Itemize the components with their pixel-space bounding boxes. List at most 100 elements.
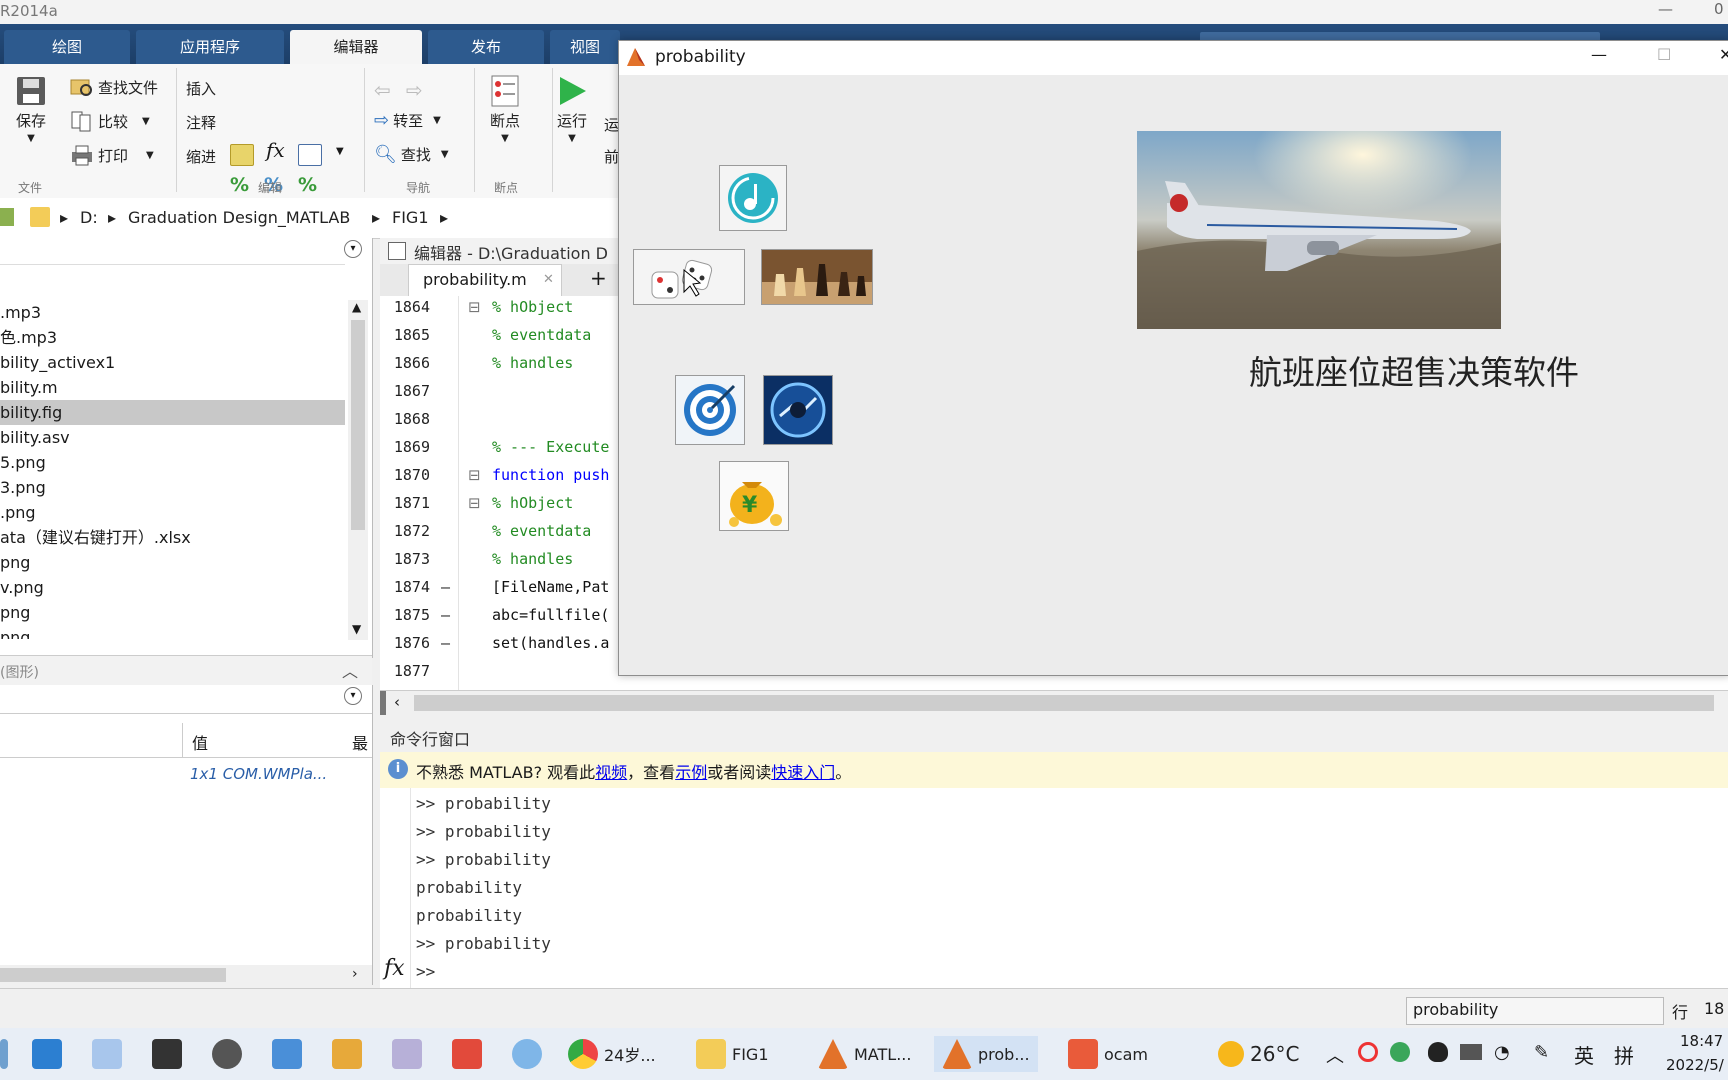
back-arrow-icon[interactable]: ⇦ bbox=[374, 78, 391, 102]
revenue-button[interactable]: ¥ bbox=[719, 461, 789, 531]
taskbar-matlab[interactable]: MATL... bbox=[818, 1036, 911, 1072]
browse-folder-icon[interactable] bbox=[0, 208, 14, 226]
run-advance-button[interactable]: 运 bbox=[604, 114, 619, 135]
tab-publish[interactable]: 发布 bbox=[428, 30, 544, 64]
battery-icon[interactable] bbox=[1460, 1044, 1482, 1060]
panel-menu-icon[interactable]: ▾ bbox=[344, 687, 362, 705]
taskbar-item[interactable] bbox=[0, 1036, 8, 1072]
workspace-hscrollbar[interactable]: › bbox=[0, 965, 372, 985]
list-item-selected[interactable]: bility.fig bbox=[0, 400, 345, 425]
variable-value[interactable]: 1x1 COM.WMPla... bbox=[190, 765, 327, 783]
game-theory-button[interactable] bbox=[761, 249, 873, 305]
taskbar-item[interactable] bbox=[332, 1036, 362, 1072]
taskbar-ocam[interactable]: ocam bbox=[1068, 1036, 1148, 1072]
command-prompt[interactable]: >> bbox=[416, 962, 435, 981]
taskbar-item[interactable] bbox=[392, 1036, 422, 1072]
details-panel-header[interactable]: (图形) ︿ bbox=[0, 655, 372, 686]
minimize-icon[interactable]: — bbox=[1658, 0, 1673, 18]
panel-menu-icon[interactable]: ▾ bbox=[344, 240, 362, 258]
percent-comment-icon[interactable]: % bbox=[230, 174, 249, 196]
code-line[interactable]: % eventdata bbox=[492, 522, 591, 540]
list-item[interactable]: 5.png bbox=[0, 450, 345, 475]
taskbar-item[interactable] bbox=[212, 1036, 242, 1072]
list-item[interactable]: png bbox=[0, 625, 345, 639]
insert-button[interactable]: 插入 bbox=[186, 78, 216, 99]
taskbar-item[interactable] bbox=[512, 1036, 542, 1072]
language-indicator[interactable]: 英 bbox=[1574, 1040, 1594, 1069]
dice-probability-button[interactable] bbox=[633, 249, 745, 305]
breadcrumb-arrow-icon[interactable]: ▸ bbox=[372, 208, 380, 227]
taskbar-item[interactable] bbox=[92, 1036, 122, 1072]
executable-marker[interactable]: – bbox=[436, 578, 450, 596]
clock-time[interactable]: 18:47 bbox=[1680, 1032, 1723, 1050]
find-button[interactable]: 🔍︎ 查找 ▼ bbox=[374, 144, 449, 165]
code-line[interactable]: % hObject bbox=[492, 494, 573, 512]
code-line[interactable]: [FileName,Pat bbox=[492, 578, 609, 596]
list-item[interactable]: bility.m bbox=[0, 375, 345, 400]
scroll-left-icon[interactable]: ‹ bbox=[394, 693, 400, 711]
breakpoints-button[interactable]: 断点 ▼ bbox=[488, 74, 522, 144]
indent-button[interactable]: 缩进 bbox=[186, 146, 216, 167]
scroll-right-icon[interactable]: › bbox=[352, 966, 358, 982]
list-item[interactable]: 3.png bbox=[0, 475, 345, 500]
list-item[interactable]: ata（建议右键打开）.xlsx bbox=[0, 525, 345, 550]
taskbar-folder[interactable]: FIG1 bbox=[696, 1036, 769, 1072]
maximize-icon[interactable]: ☐ bbox=[1657, 45, 1671, 64]
forward-arrow-icon[interactable]: ⇨ bbox=[406, 78, 423, 102]
run-button[interactable]: 运行 ▼ bbox=[556, 74, 588, 144]
list-item[interactable]: .png bbox=[0, 500, 345, 525]
getting-started-link[interactable]: 快速入门 bbox=[771, 763, 835, 782]
editor-hscrollbar[interactable]: ‹ bbox=[380, 690, 1728, 715]
ime-indicator[interactable]: 拼 bbox=[1614, 1040, 1634, 1069]
wrap-comment-icon[interactable]: % bbox=[298, 174, 317, 196]
fx-icon[interactable]: fx bbox=[384, 956, 405, 981]
taskbar-item[interactable] bbox=[152, 1036, 182, 1072]
breadcrumb-drive[interactable]: D: bbox=[80, 208, 98, 227]
compare-button[interactable]: 比较 ▼ bbox=[70, 110, 150, 132]
breadcrumb-arrow-icon[interactable]: ▸ bbox=[108, 208, 116, 227]
weather-widget[interactable]: 26°C bbox=[1218, 1036, 1299, 1072]
save-button[interactable]: 保存 ▼ bbox=[14, 74, 48, 144]
chevron-down-icon[interactable]: ▼ bbox=[336, 146, 344, 157]
breadcrumb-subfolder[interactable]: FIG1 bbox=[392, 208, 429, 227]
close-icon[interactable]: ✕ bbox=[1719, 45, 1728, 64]
scrollbar-thumb[interactable] bbox=[351, 320, 365, 530]
code-line[interactable]: % handles bbox=[492, 354, 573, 372]
wifi-icon[interactable]: ◔ bbox=[1494, 1042, 1510, 1063]
wechat-icon[interactable] bbox=[1390, 1042, 1410, 1062]
list-item[interactable]: 色.mp3 bbox=[0, 325, 345, 350]
tab-view[interactable]: 视图 bbox=[550, 30, 620, 64]
tab-apps[interactable]: 应用程序 bbox=[136, 30, 284, 64]
fold-icon[interactable]: ⊟ bbox=[468, 494, 481, 512]
list-item[interactable]: v.png bbox=[0, 575, 345, 600]
chevron-up-icon[interactable]: ︿ bbox=[1326, 1042, 1344, 1068]
code-line[interactable]: % handles bbox=[492, 550, 573, 568]
target-button[interactable] bbox=[675, 375, 745, 445]
breadcrumb-arrow-icon[interactable]: ▸ bbox=[60, 208, 68, 227]
taskbar-item[interactable] bbox=[272, 1036, 302, 1072]
scrollbar-thumb[interactable] bbox=[0, 968, 226, 982]
code-line[interactable]: % hObject bbox=[492, 298, 573, 316]
code-line[interactable]: function push bbox=[492, 466, 609, 484]
goto-button[interactable]: ⇨ 转至 ▼ bbox=[374, 110, 441, 131]
code-line[interactable]: set(handles.a bbox=[492, 634, 609, 652]
executable-marker[interactable]: – bbox=[436, 634, 450, 652]
clock-date[interactable]: 2022/5/ bbox=[1666, 1056, 1724, 1074]
fold-icon[interactable]: ⊟ bbox=[468, 298, 481, 316]
taskbar-item[interactable] bbox=[452, 1036, 482, 1072]
qq-icon[interactable] bbox=[1428, 1042, 1448, 1062]
music-button[interactable] bbox=[719, 165, 787, 231]
find-files-button[interactable]: 查找文件 bbox=[70, 76, 158, 98]
breadcrumb-folder[interactable]: Graduation Design_MATLAB bbox=[128, 208, 350, 227]
list-item[interactable]: bility.asv bbox=[0, 425, 345, 450]
chevron-up-icon[interactable]: ︿ bbox=[342, 658, 358, 682]
taskbar-chrome[interactable]: 24岁... bbox=[568, 1036, 656, 1072]
tab-plots[interactable]: 绘图 bbox=[4, 30, 130, 64]
tab-probability-m[interactable]: probability.m ✕ bbox=[408, 264, 562, 297]
column-header-value[interactable]: 值 bbox=[192, 730, 208, 754]
column-header-max[interactable]: 最 bbox=[352, 730, 368, 754]
minimize-icon[interactable]: — bbox=[1591, 45, 1607, 64]
list-item[interactable]: bility_activex1 bbox=[0, 350, 345, 375]
taskbar-item[interactable] bbox=[32, 1036, 62, 1072]
print-button[interactable]: 打印 ▼ bbox=[70, 144, 154, 166]
